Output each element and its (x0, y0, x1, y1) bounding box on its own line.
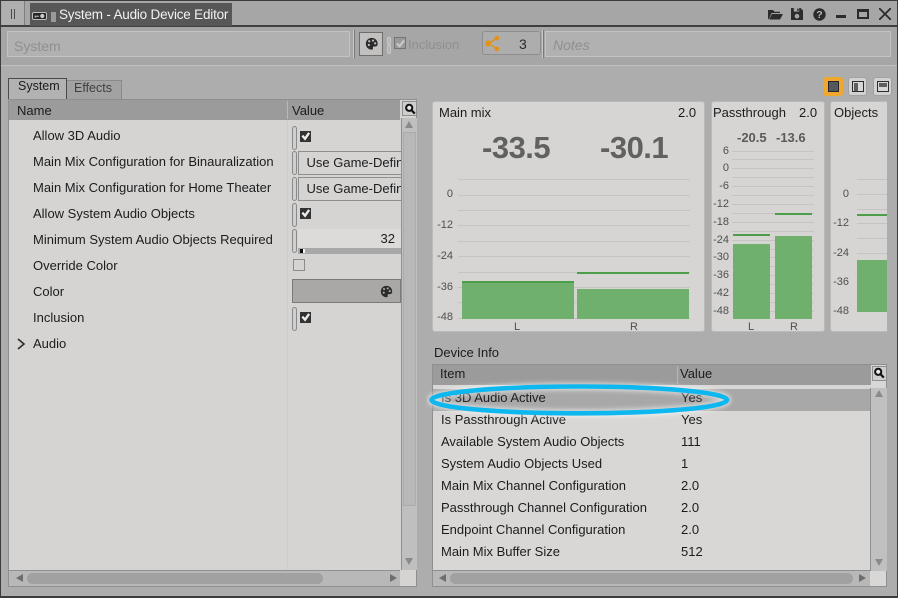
svg-text:?: ? (816, 9, 822, 21)
